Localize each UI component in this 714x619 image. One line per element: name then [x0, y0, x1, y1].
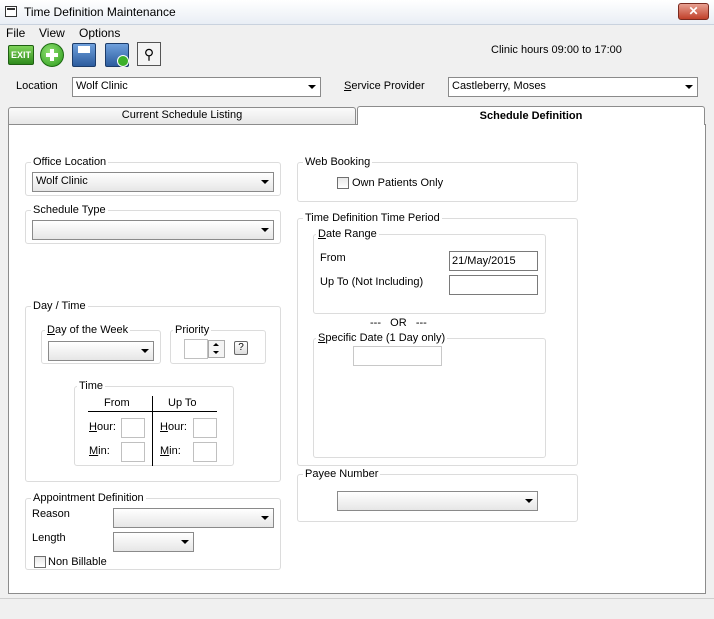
tab-current-schedule-listing[interactable]: Current Schedule Listing	[8, 107, 356, 124]
service-provider-select[interactable]: Castleberry, Moses	[448, 77, 698, 97]
from-min-input[interactable]	[121, 442, 145, 462]
from-min-label: Min:	[89, 445, 110, 457]
length-label: Length	[32, 532, 66, 544]
location-select[interactable]: Wolf Clinic	[72, 77, 321, 97]
date-from-input[interactable]: 21/May/2015	[449, 251, 538, 271]
menu-options[interactable]: Options	[79, 26, 120, 40]
service-provider-label: Service Provider	[344, 80, 425, 92]
service-provider-value: Castleberry, Moses	[452, 80, 546, 92]
exit-button[interactable]: EXIT	[8, 45, 34, 65]
upto-hour-input[interactable]	[193, 418, 217, 438]
add-icon[interactable]	[40, 43, 64, 67]
priority-spinner[interactable]	[208, 340, 225, 358]
toolbar: EXIT ⚲ Clinic hours 09:00 to 17:00	[0, 41, 714, 69]
day-time-title: Day / Time	[31, 300, 88, 312]
from-hour-input[interactable]	[121, 418, 145, 438]
time-column-divider	[152, 396, 153, 466]
non-billable-checkbox[interactable]	[34, 556, 46, 568]
chevron-down-icon	[181, 540, 189, 544]
status-bar	[0, 598, 714, 619]
time-title: Time	[77, 380, 106, 392]
web-booking-title: Web Booking	[303, 156, 373, 168]
from-hour-label: Hour:	[89, 421, 116, 433]
specific-date-input[interactable]	[353, 346, 442, 366]
priority-input[interactable]	[184, 339, 208, 359]
chevron-down-icon	[261, 228, 269, 232]
date-range-title: Date Range	[316, 228, 379, 240]
chevron-down-icon	[525, 499, 533, 503]
location-label: Location	[16, 80, 58, 92]
chevron-down-icon	[685, 85, 693, 89]
payee-number-title: Payee Number	[303, 468, 381, 480]
specific-date-title: Specific Date (1 Day only)	[316, 332, 448, 344]
schedule-type-title: Schedule Type	[31, 204, 108, 216]
menu-bar: File View Options	[0, 25, 714, 41]
day-of-week-title: Day of the Week	[45, 324, 131, 336]
own-patients-label: Own Patients Only	[352, 177, 444, 189]
menu-file[interactable]: File	[6, 26, 25, 40]
chevron-down-icon	[141, 349, 149, 353]
app-window-icon	[5, 6, 17, 17]
menu-view[interactable]: View	[39, 26, 65, 40]
schedule-type-select[interactable]	[32, 220, 274, 240]
time-upto-label: Up To	[168, 397, 197, 409]
non-billable-label: Non Billable	[48, 556, 107, 568]
office-location-value: Wolf Clinic	[36, 175, 88, 187]
upto-min-input[interactable]	[193, 442, 217, 462]
time-period-title: Time Definition Time Period	[303, 212, 442, 224]
location-select-value: Wolf Clinic	[76, 80, 128, 92]
date-upto-label: Up To (Not Including)	[320, 276, 424, 288]
close-button[interactable]: ✕	[678, 3, 709, 20]
reason-label: Reason	[32, 508, 70, 520]
date-from-label: From	[320, 252, 346, 264]
day-of-week-select[interactable]	[48, 341, 154, 361]
office-location-title: Office Location	[31, 156, 109, 168]
office-location-select[interactable]: Wolf Clinic	[32, 172, 274, 192]
pin-icon[interactable]: ⚲	[137, 42, 161, 66]
upto-hour-label: Hour:	[160, 421, 187, 433]
date-range-group	[313, 234, 546, 314]
save-icon[interactable]	[72, 43, 96, 67]
payee-number-select[interactable]	[337, 491, 538, 511]
chevron-down-icon	[261, 180, 269, 184]
chevron-down-icon	[261, 516, 269, 520]
upto-min-label: Min:	[160, 445, 181, 457]
clinic-hours-text: Clinic hours 09:00 to 17:00	[491, 44, 622, 56]
reason-select[interactable]	[113, 508, 274, 528]
priority-title: Priority	[173, 324, 212, 336]
chevron-down-icon	[308, 85, 316, 89]
appointment-definition-title: Appointment Definition	[31, 492, 146, 504]
save-and-new-icon[interactable]	[105, 43, 129, 67]
window-title: Time Definition Maintenance	[24, 5, 176, 19]
date-upto-input[interactable]	[449, 275, 538, 295]
priority-help-button[interactable]: ?	[234, 341, 248, 355]
title-bar: Time Definition Maintenance ✕	[0, 0, 714, 25]
or-separator: --- OR ---	[370, 317, 427, 329]
time-from-label: From	[104, 397, 130, 409]
own-patients-checkbox[interactable]	[337, 177, 349, 189]
tab-schedule-definition[interactable]: Schedule Definition	[357, 106, 705, 125]
length-select[interactable]	[113, 532, 194, 552]
